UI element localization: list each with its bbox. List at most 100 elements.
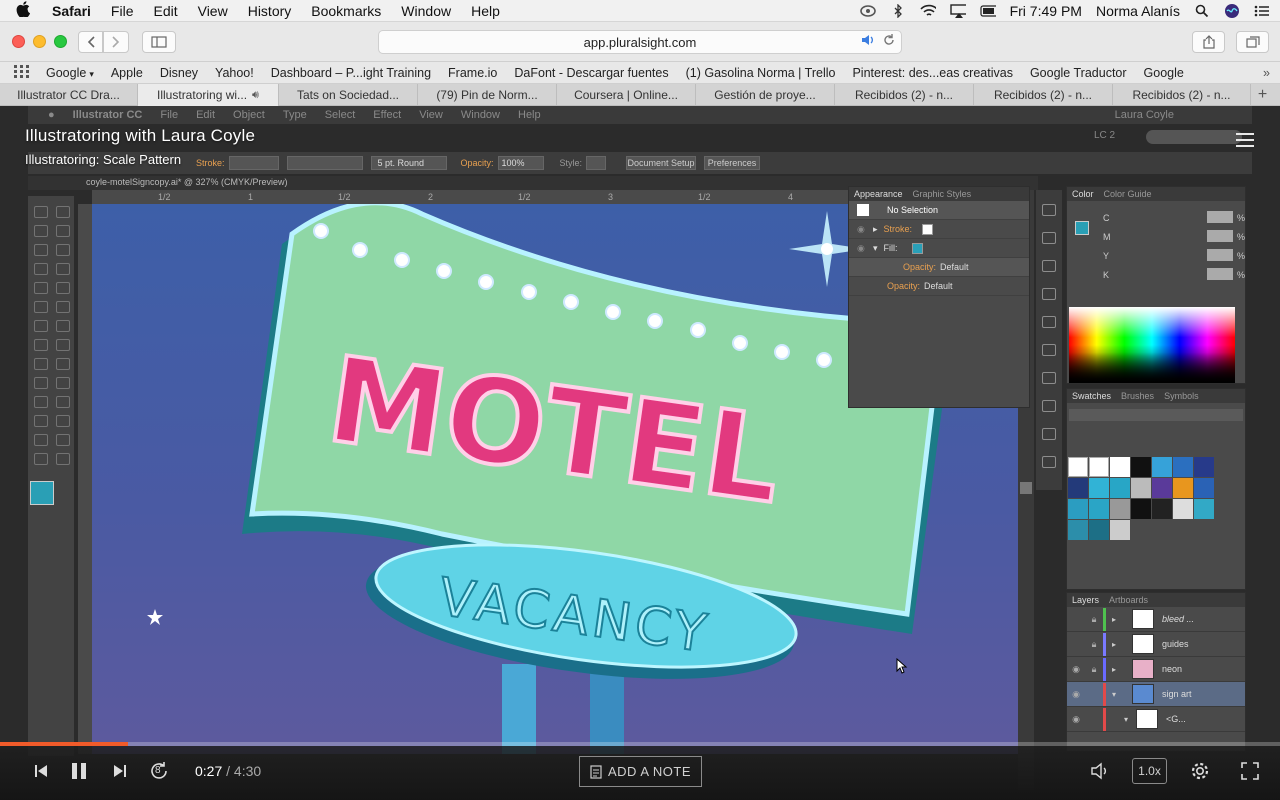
bookmark-frameio[interactable]: Frame.io — [448, 66, 497, 80]
share-button[interactable] — [1192, 31, 1225, 53]
previous-clip-button[interactable] — [32, 762, 50, 780]
bookmark-google[interactable]: Google — [1144, 66, 1184, 80]
appearance-fill-opacity-label: Opacity: — [903, 262, 937, 272]
video-player[interactable]: ● Illustrator CC File Edit Object Type S… — [0, 106, 1280, 800]
menu-help[interactable]: Help — [471, 3, 500, 19]
creative-cloud-icon[interactable] — [859, 4, 876, 18]
disclosure-triangle-icon: ▸ — [1112, 639, 1117, 649]
tab-label: (79) Pin de Norm... — [436, 88, 538, 102]
illustrator-tool-icon — [34, 225, 48, 237]
playback-speed-button[interactable]: 1.0x — [1132, 758, 1167, 784]
browser-tab[interactable]: Gestión de proye... — [696, 84, 835, 106]
address-bar-url: app.pluralsight.com — [583, 34, 697, 50]
percent-unit: % — [1237, 213, 1246, 223]
ai-document-setup-label: Document Setup — [627, 158, 695, 168]
fullscreen-window-button[interactable] — [54, 35, 67, 48]
ai-style-label: Style: — [559, 158, 583, 168]
replay-back-button[interactable]: 8 — [147, 759, 171, 783]
next-clip-button[interactable] — [111, 762, 129, 780]
top-sites-grid-icon[interactable] — [14, 64, 30, 81]
menu-file[interactable]: File — [111, 3, 134, 19]
bookmark-disney[interactable]: Disney — [160, 66, 198, 80]
browser-tab-active[interactable]: Illustratoring wi... 🔊︎ — [138, 84, 279, 106]
course-menu-icon[interactable] — [1236, 133, 1254, 147]
browser-tab[interactable]: Coursera | Online... — [557, 84, 696, 106]
tab-overview-button[interactable] — [1236, 31, 1269, 53]
panel-strip-icon — [1042, 204, 1056, 216]
fill-stroke-swatch — [30, 481, 54, 505]
browser-tab[interactable]: Tats on Sociedad... — [279, 84, 418, 106]
reload-icon[interactable] — [883, 34, 895, 49]
minimize-window-button[interactable] — [33, 35, 46, 48]
lock-icon: 🔒︎ — [1091, 638, 1097, 649]
fullscreen-button[interactable] — [1238, 759, 1262, 783]
bookmark-dashboard[interactable]: Dashboard – P...ight Training — [271, 66, 431, 80]
menubar-clock[interactable]: Fri 7:49 PM — [1010, 3, 1082, 19]
illustrator-tool-icon — [34, 377, 48, 389]
color-guide-tab: Color Guide — [1103, 189, 1152, 199]
browser-tab[interactable]: Illustrator CC Dra... — [0, 84, 138, 106]
bookmark-google-translate[interactable]: Google Traductor — [1030, 66, 1127, 80]
menu-history[interactable]: History — [248, 3, 292, 19]
settings-button[interactable] — [1188, 759, 1212, 783]
swatch — [1089, 499, 1109, 519]
tab-speaker-icon[interactable]: 🔊︎ — [252, 89, 259, 102]
browser-tab[interactable]: Recibidos (2) - n... — [974, 84, 1113, 106]
bookmark-trello[interactable]: (1) Gasolina Norma | Trello — [686, 66, 836, 80]
menu-view[interactable]: View — [198, 3, 228, 19]
bookmark-yahoo[interactable]: Yahoo! — [215, 66, 254, 80]
illustrator-tool-icon — [34, 263, 48, 275]
ruler-mark: 4 — [788, 192, 794, 202]
menu-edit[interactable]: Edit — [153, 3, 177, 19]
bookmark-apple[interactable]: Apple — [111, 66, 143, 80]
appearance-panel: Appearance Graphic Styles No Selection ◉ ▸… — [848, 186, 1030, 408]
new-tab-button[interactable]: + — [1251, 84, 1274, 105]
swatch — [1152, 478, 1172, 498]
tab-label: Coursera | Online... — [574, 88, 678, 102]
sidebar-toggle-button[interactable] — [142, 31, 176, 53]
tab-label: Illustrator CC Dra... — [17, 88, 120, 102]
gear-icon — [1191, 762, 1209, 780]
tab-audio-icon[interactable] — [861, 34, 875, 49]
ai-brush-value: 5 pt. Round — [377, 158, 425, 168]
battery-icon[interactable] — [979, 4, 996, 18]
menu-app-name[interactable]: Safari — [52, 3, 91, 19]
browser-tab[interactable]: (79) Pin de Norm... — [418, 84, 557, 106]
ai-menu-help: Help — [518, 109, 541, 121]
swatch — [1173, 457, 1193, 477]
browser-tab[interactable]: Recibidos (2) - n... — [835, 84, 974, 106]
chevron-down-icon: ▾ — [89, 68, 94, 79]
menu-window[interactable]: Window — [401, 3, 451, 19]
volume-button[interactable] — [1089, 760, 1113, 782]
address-bar[interactable]: app.pluralsight.com — [378, 30, 902, 54]
panel-strip-icon — [1042, 456, 1056, 468]
window-controls — [12, 35, 67, 48]
artboards-tab: Artboards — [1109, 595, 1149, 605]
wifi-icon[interactable] — [920, 4, 936, 18]
bookmark-google-folder[interactable]: Google ▾ — [46, 66, 94, 80]
layers-tab: Layers — [1072, 595, 1100, 605]
menubar-user[interactable]: Norma Alanís — [1096, 3, 1180, 19]
apple-menu-icon[interactable] — [16, 0, 38, 21]
bookmarks-overflow-icon[interactable]: » — [1263, 66, 1270, 80]
illustrator-menubar: ● Illustrator CC File Edit Object Type S… — [28, 106, 1252, 124]
bluetooth-icon[interactable] — [890, 4, 906, 18]
layer-name: neon — [1162, 664, 1183, 674]
add-note-button[interactable]: ADD A NOTE — [579, 756, 702, 787]
playback-speed-label: 1.0x — [1138, 764, 1161, 778]
browser-tab[interactable]: Recibidos (2) - n... — [1113, 84, 1251, 106]
appearance-tab: Appearance — [854, 189, 903, 199]
airplay-icon[interactable] — [949, 4, 966, 18]
swatch — [1089, 478, 1109, 498]
back-button[interactable] — [78, 31, 103, 53]
forward-button[interactable] — [103, 31, 129, 53]
close-window-button[interactable] — [12, 35, 25, 48]
swatch — [1110, 520, 1130, 540]
menu-bookmarks[interactable]: Bookmarks — [311, 3, 381, 19]
spotlight-search-icon[interactable] — [1194, 4, 1210, 18]
bookmark-dafont[interactable]: DaFont - Descargar fuentes — [514, 66, 668, 80]
pause-button[interactable] — [69, 761, 89, 781]
siri-icon[interactable] — [1224, 4, 1240, 18]
notification-center-icon[interactable] — [1254, 4, 1270, 18]
bookmark-pinterest[interactable]: Pinterest: des...eas creativas — [852, 66, 1013, 80]
